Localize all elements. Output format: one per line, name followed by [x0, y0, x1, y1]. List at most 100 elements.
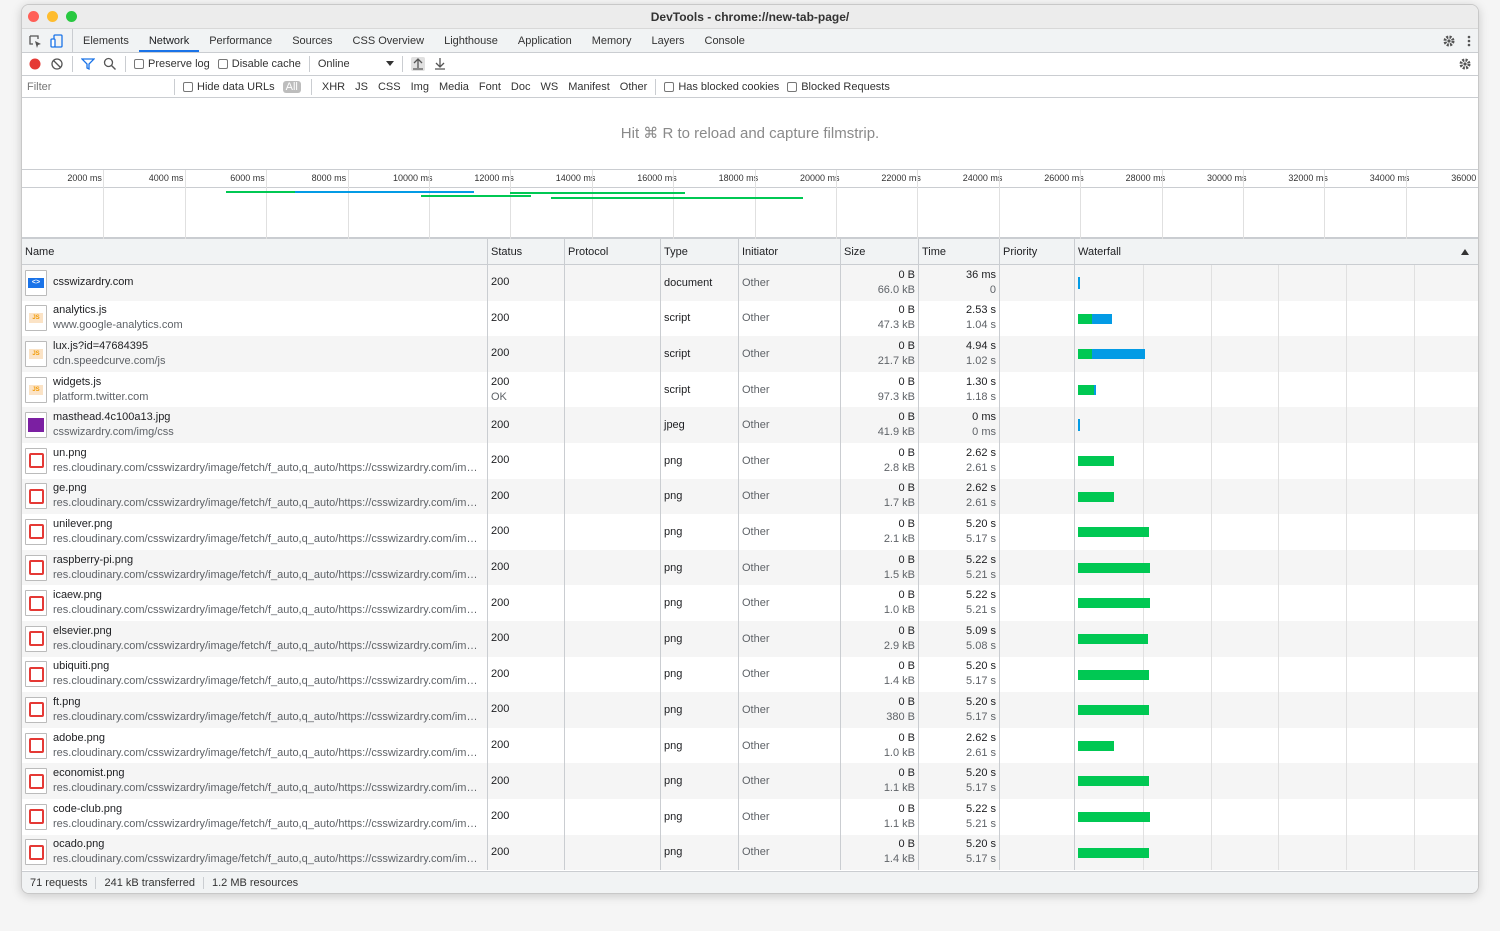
filter-type-css[interactable]: CSS [378, 81, 401, 93]
clear-icon[interactable] [50, 57, 64, 71]
table-row[interactable]: economist.png res.cloudinary.com/csswiza… [22, 763, 1478, 799]
request-waterfall-cell[interactable] [1075, 371, 1478, 408]
request-name-cell[interactable]: JS analytics.js www.google-analytics.com [22, 300, 488, 337]
table-row[interactable]: JS widgets.js platform.twitter.com 200 O… [22, 371, 1478, 408]
column-name[interactable]: Name [22, 239, 488, 264]
request-name-cell[interactable]: ft.png res.cloudinary.com/csswizardry/im… [22, 692, 488, 728]
table-row[interactable]: raspberry-pi.png res.cloudinary.com/cssw… [22, 549, 1478, 586]
filter-type-ws[interactable]: WS [540, 81, 558, 93]
filter-type-all[interactable]: All [282, 80, 301, 93]
tab-console[interactable]: Console [695, 29, 755, 52]
table-row[interactable]: ubiquiti.png res.cloudinary.com/csswizar… [22, 656, 1478, 693]
request-waterfall-cell[interactable] [1075, 478, 1478, 515]
request-waterfall-cell[interactable] [1075, 727, 1478, 764]
request-name-cell[interactable]: <> csswizardry.com [22, 265, 488, 301]
request-name-cell[interactable]: JS widgets.js platform.twitter.com [22, 371, 488, 408]
tab-application[interactable]: Application [508, 29, 582, 52]
filter-input[interactable] [24, 78, 166, 95]
throttling-select[interactable]: Online [318, 58, 394, 70]
request-name-cell[interactable]: economist.png res.cloudinary.com/csswiza… [22, 763, 488, 799]
filter-type-font[interactable]: Font [479, 81, 501, 93]
table-row[interactable]: masthead.4c100a13.jpg csswizardry.com/im… [22, 407, 1478, 443]
request-name-cell[interactable]: masthead.4c100a13.jpg csswizardry.com/im… [22, 407, 488, 443]
tab-memory[interactable]: Memory [582, 29, 642, 52]
request-waterfall-cell[interactable] [1075, 442, 1478, 479]
request-waterfall-cell[interactable] [1075, 514, 1478, 550]
request-waterfall-cell[interactable] [1075, 549, 1478, 586]
request-name-cell[interactable]: elsevier.png res.cloudinary.com/csswizar… [22, 620, 488, 657]
checkbox-box[interactable] [217, 59, 228, 69]
request-waterfall-cell[interactable] [1075, 834, 1478, 871]
filter-type-img[interactable]: Img [411, 81, 429, 93]
record-icon[interactable] [28, 57, 42, 71]
request-waterfall-cell[interactable] [1075, 300, 1478, 337]
network-settings-icon[interactable] [1458, 57, 1472, 71]
preserve-log-checkbox[interactable]: Preserve log [134, 58, 210, 70]
request-waterfall-cell[interactable] [1075, 620, 1478, 657]
tab-sources[interactable]: Sources [282, 29, 342, 52]
request-waterfall-cell[interactable] [1075, 798, 1478, 835]
export-har-icon[interactable] [433, 57, 447, 71]
request-name-cell[interactable]: ubiquiti.png res.cloudinary.com/csswizar… [22, 656, 488, 693]
request-name-cell[interactable]: unilever.png res.cloudinary.com/csswizar… [22, 514, 488, 550]
tab-performance[interactable]: Performance [199, 29, 282, 52]
request-name-cell[interactable]: raspberry-pi.png res.cloudinary.com/cssw… [22, 549, 488, 586]
request-waterfall-cell[interactable] [1075, 763, 1478, 799]
filter-type-media[interactable]: Media [439, 81, 469, 93]
request-name-cell[interactable]: JS lux.js?id=47684395 cdn.speedcurve.com… [22, 336, 488, 372]
request-waterfall-cell[interactable] [1075, 407, 1478, 443]
table-row[interactable]: unilever.png res.cloudinary.com/csswizar… [22, 514, 1478, 550]
filter-type-other[interactable]: Other [620, 81, 648, 93]
timeline-overview[interactable]: 2000 ms 4000 ms 6000 ms 8000 ms 10000 ms 1200… [22, 170, 1478, 239]
column-initiator[interactable]: Initiator [739, 239, 841, 264]
column-priority[interactable]: Priority [1000, 239, 1075, 264]
filter-type-manifest[interactable]: Manifest [568, 81, 610, 93]
search-icon[interactable] [103, 57, 117, 71]
import-har-icon[interactable] [410, 57, 425, 71]
request-name-cell[interactable]: ocado.png res.cloudinary.com/csswizardry… [22, 834, 488, 871]
blocked-requests-checkbox[interactable]: Blocked Requests [787, 81, 890, 93]
settings-gear-icon[interactable] [1442, 34, 1456, 48]
hide-data-urls-checkbox[interactable]: Hide data URLs [183, 81, 275, 93]
table-row[interactable]: elsevier.png res.cloudinary.com/csswizar… [22, 620, 1478, 657]
request-name-cell[interactable]: code-club.png res.cloudinary.com/csswiza… [22, 798, 488, 835]
filter-type-xhr[interactable]: XHR [322, 81, 345, 93]
filter-type-js[interactable]: JS [355, 81, 368, 93]
filter-type-doc[interactable]: Doc [511, 81, 531, 93]
has-blocked-cookies-checkbox[interactable]: Has blocked cookies [664, 81, 779, 93]
inspect-element-icon[interactable] [28, 34, 42, 48]
checkbox-box[interactable] [134, 59, 144, 69]
column-waterfall[interactable]: Waterfall [1075, 239, 1478, 264]
table-row[interactable]: icaew.png res.cloudinary.com/csswizardry… [22, 585, 1478, 621]
request-name-cell[interactable]: un.png res.cloudinary.com/csswizardry/im… [22, 442, 488, 479]
request-waterfall-cell[interactable] [1075, 336, 1478, 372]
minimize-window-button[interactable] [47, 11, 58, 22]
request-waterfall-cell[interactable] [1075, 656, 1478, 693]
filter-icon[interactable] [81, 57, 95, 71]
column-protocol[interactable]: Protocol [565, 239, 661, 264]
checkbox-box[interactable] [664, 81, 675, 92]
table-row[interactable]: ge.png res.cloudinary.com/csswizardry/im… [22, 478, 1478, 515]
column-size[interactable]: Size [841, 239, 919, 264]
table-row[interactable]: ft.png res.cloudinary.com/csswizardry/im… [22, 692, 1478, 728]
table-row[interactable]: code-club.png res.cloudinary.com/csswiza… [22, 798, 1478, 835]
table-row[interactable]: JS analytics.js www.google-analytics.com… [22, 300, 1478, 337]
request-waterfall-cell[interactable] [1075, 585, 1478, 621]
request-name-cell[interactable]: ge.png res.cloudinary.com/csswizardry/im… [22, 478, 488, 515]
table-row[interactable]: adobe.png res.cloudinary.com/csswizardry… [22, 727, 1478, 764]
tab-css-overview[interactable]: CSS Overview [343, 29, 435, 52]
device-toolbar-icon[interactable] [50, 33, 64, 48]
tab-network[interactable]: Network [138, 29, 200, 52]
checkbox-box[interactable] [787, 81, 798, 92]
tab-lighthouse[interactable]: Lighthouse [434, 29, 508, 52]
more-options-icon[interactable] [1466, 34, 1472, 48]
request-name-cell[interactable]: icaew.png res.cloudinary.com/csswizardry… [22, 585, 488, 621]
table-row[interactable]: un.png res.cloudinary.com/csswizardry/im… [22, 442, 1478, 479]
table-row[interactable]: JS lux.js?id=47684395 cdn.speedcurve.com… [22, 336, 1478, 372]
table-row[interactable]: ocado.png res.cloudinary.com/csswizardry… [22, 834, 1478, 871]
column-status[interactable]: Status [488, 239, 565, 264]
zoom-window-button[interactable] [66, 11, 77, 22]
table-row[interactable]: <> csswizardry.com 200 document Other 0 … [22, 265, 1478, 301]
disable-cache-checkbox[interactable]: Disable cache [217, 58, 301, 70]
request-name-cell[interactable]: adobe.png res.cloudinary.com/csswizardry… [22, 727, 488, 764]
